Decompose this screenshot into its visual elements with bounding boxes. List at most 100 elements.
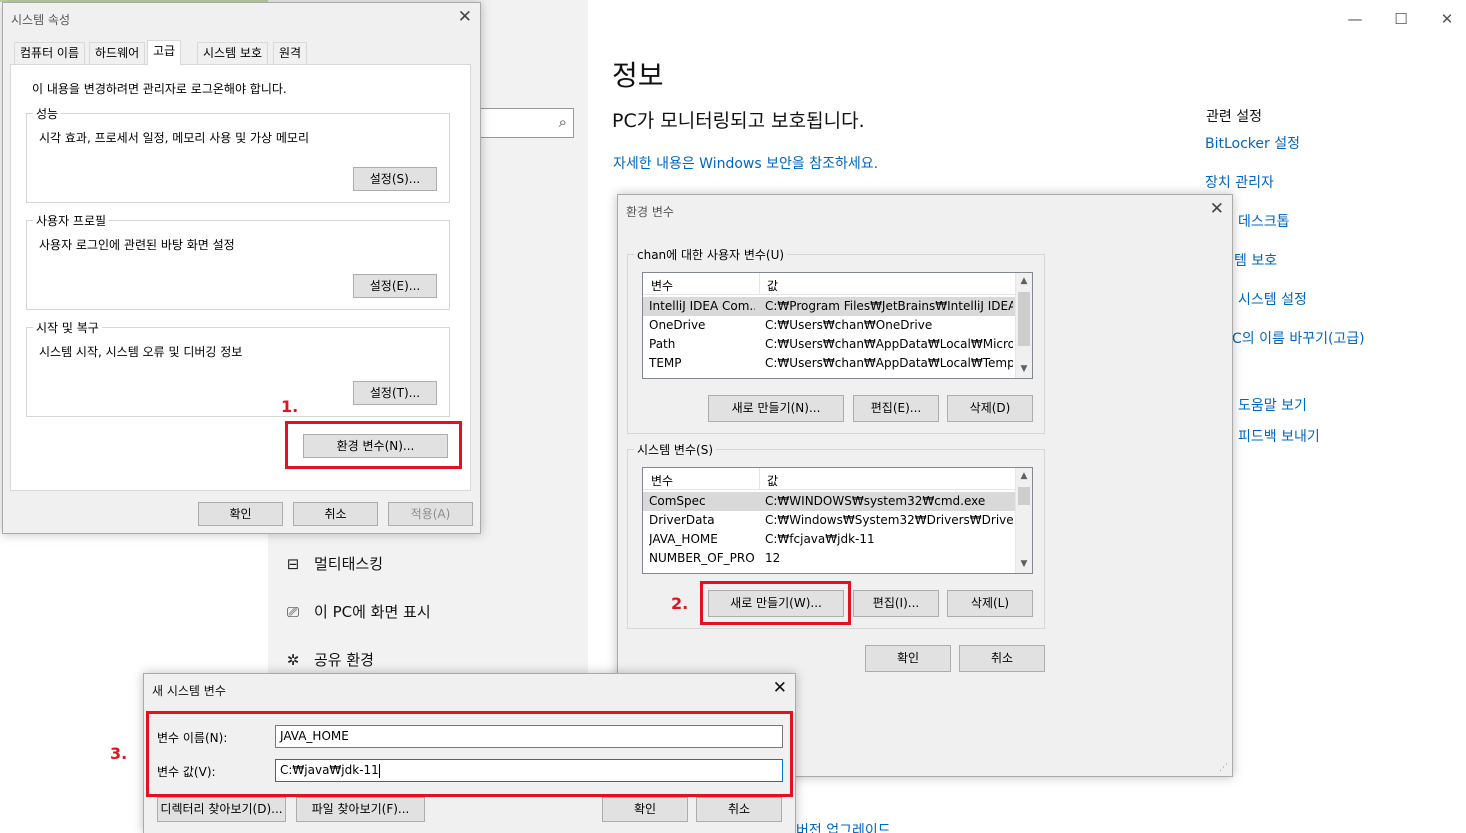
row-value: C:₩Users₩chan₩AppData₩Local₩Temp [765, 356, 1013, 370]
annotation-step-2: 2. [671, 594, 689, 613]
table-row[interactable]: Path C:₩Users₩chan₩AppData₩Local₩Microso… [643, 335, 1015, 354]
new-var-cancel-button[interactable]: 취소 [696, 797, 782, 822]
user-edit-button[interactable]: 편집(E)... [853, 395, 939, 422]
browse-directory-button[interactable]: 디렉터리 찾아보기(D)... [157, 797, 286, 822]
windows-security-link[interactable]: 자세한 내용은 Windows 보안을 참조하세요. [613, 153, 878, 173]
related-link-remote-desktop[interactable]: 데스크톱 [1238, 211, 1290, 231]
row-name: Path [649, 337, 676, 351]
close-icon[interactable]: ✕ [1210, 199, 1224, 219]
scroll-down-icon[interactable]: ▼ [1016, 556, 1032, 573]
table-row[interactable]: JAVA_HOME C:₩fcjava₩jdk-11 [643, 530, 1015, 549]
admin-note: 이 내용을 변경하려면 관리자로 로그온해야 합니다. [32, 82, 287, 96]
column-header-variable[interactable]: 변수 [651, 472, 673, 489]
list-header: 변수 값 [643, 468, 1032, 490]
scroll-up-icon[interactable]: ▲ [1016, 468, 1032, 485]
related-link-bitlocker[interactable]: BitLocker 설정 [1205, 133, 1300, 153]
related-link-feedback[interactable]: 피드백 보내기 [1238, 426, 1320, 446]
env-ok-button[interactable]: 확인 [865, 645, 951, 672]
annotation-box-1 [285, 421, 462, 469]
minimize-button[interactable]: — [1332, 8, 1378, 30]
related-link-system-protection[interactable]: 템 보호 [1234, 250, 1277, 270]
annotation-box-2 [700, 581, 851, 625]
row-name: NUMBER_OF_PRO... [649, 551, 755, 565]
startup-recovery-settings-button[interactable]: 설정(T)... [353, 381, 437, 405]
annotation-box-3 [146, 711, 793, 797]
nav-item-multitasking[interactable]: ⊟ 멀티태스킹 [284, 553, 383, 574]
settings-search-input[interactable]: ⌕ [474, 108, 574, 138]
related-link-advanced-system[interactable]: 시스템 설정 [1238, 289, 1307, 309]
user-delete-button[interactable]: 삭제(D) [947, 395, 1033, 422]
tab-remote[interactable]: 원격 [273, 42, 308, 64]
group-label: 사용자 프로필 [33, 212, 110, 229]
column-divider [759, 273, 760, 295]
scroll-thumb[interactable] [1018, 487, 1030, 505]
column-header-variable[interactable]: 변수 [651, 277, 673, 294]
tab-system-protection[interactable]: 시스템 보호 [197, 42, 269, 64]
table-row[interactable]: IntelliJ IDEA Com... C:₩Program Files₩Je… [643, 297, 1015, 316]
column-header-value[interactable]: 값 [767, 277, 778, 294]
related-link-rename-pc[interactable]: C의 이름 바꾸기(고급) [1232, 328, 1365, 348]
nav-item-label: 이 PC에 화면 표시 [314, 603, 431, 621]
row-value: 12 [765, 551, 781, 565]
tab-computer-name[interactable]: 컴퓨터 이름 [14, 42, 86, 64]
system-variables-list[interactable]: 변수 값 ComSpec C:₩WINDOWS₩system32₩cmd.exe… [642, 467, 1033, 574]
table-row[interactable]: NUMBER_OF_PRO... 12 [643, 549, 1015, 568]
tab-advanced[interactable]: 고급 [147, 40, 182, 65]
security-status-text: PC가 모니터링되고 보호됩니다. [612, 110, 865, 132]
row-name: ComSpec [649, 494, 706, 508]
dialog-title: 시스템 속성 [11, 13, 71, 27]
vertical-scrollbar[interactable]: ▲ ▼ [1015, 468, 1032, 573]
close-icon[interactable]: ✕ [458, 7, 472, 27]
new-var-ok-button[interactable]: 확인 [602, 797, 688, 822]
user-variables-list[interactable]: 변수 값 IntelliJ IDEA Com... C:₩Program Fil… [642, 272, 1033, 379]
related-link-help[interactable]: 도움말 보기 [1238, 395, 1307, 415]
row-name: IntelliJ IDEA Com... [649, 299, 755, 313]
nav-item-label: 멀티태스킹 [314, 555, 384, 573]
tab-hardware[interactable]: 하드웨어 [89, 42, 146, 64]
table-row[interactable]: DriverData C:₩Windows₩System32₩Drivers₩D… [643, 511, 1015, 530]
related-settings-title: 관련 설정 [1206, 109, 1262, 125]
browse-file-button[interactable]: 파일 찾아보기(F)... [296, 797, 425, 822]
row-name: JAVA_HOME [649, 532, 718, 546]
close-icon[interactable]: ✕ [773, 678, 787, 698]
row-value: C:₩Program Files₩JetBrains₩IntelliJ IDEA… [765, 299, 1013, 313]
performance-settings-button[interactable]: 설정(S)... [353, 167, 437, 191]
scroll-up-icon[interactable]: ▲ [1016, 273, 1032, 290]
scroll-thumb[interactable] [1018, 292, 1030, 346]
table-row[interactable]: ComSpec C:₩WINDOWS₩system32₩cmd.exe [643, 492, 1015, 511]
upgrade-link[interactable]: 버전 업그레이드 [796, 820, 891, 833]
scroll-down-icon[interactable]: ▼ [1016, 361, 1032, 378]
system-edit-button[interactable]: 편집(I)... [853, 590, 939, 617]
cancel-button[interactable]: 취소 [293, 502, 378, 526]
shared-experiences-icon: ✲ [286, 650, 300, 669]
table-row[interactable]: TEMP C:₩Users₩chan₩AppData₩Local₩Temp [643, 354, 1015, 373]
annotation-step-1: 1. [281, 397, 299, 416]
group-label: chan에 대한 사용자 변수(U) [634, 246, 788, 263]
startup-recovery-desc: 시스템 시작, 시스템 오류 및 디버깅 정보 [39, 345, 243, 359]
resize-grip-icon[interactable]: ⋰ [1219, 763, 1228, 773]
nav-item-project[interactable]: ⎚ 이 PC에 화면 표시 [284, 601, 431, 622]
user-new-button[interactable]: 새로 만들기(N)... [708, 395, 844, 422]
column-header-value[interactable]: 값 [767, 472, 778, 489]
nav-item-shared[interactable]: ✲ 공유 환경 [284, 649, 374, 670]
annotation-step-3: 3. [110, 744, 128, 763]
env-cancel-button[interactable]: 취소 [959, 645, 1045, 672]
row-name: OneDrive [649, 318, 706, 332]
ok-button[interactable]: 확인 [198, 502, 283, 526]
dialog-title: 새 시스템 변수 [152, 684, 226, 698]
system-delete-button[interactable]: 삭제(L) [947, 590, 1033, 617]
related-link-device-manager[interactable]: 장치 관리자 [1205, 172, 1274, 192]
row-value: C:₩Users₩chan₩AppData₩Local₩Microsof... [765, 337, 1013, 351]
group-label: 시작 및 복구 [33, 319, 102, 336]
column-divider [759, 468, 760, 490]
user-profiles-settings-button[interactable]: 설정(E)... [353, 274, 437, 298]
search-icon: ⌕ [558, 113, 567, 131]
user-profiles-desc: 사용자 로그인에 관련된 바탕 화면 설정 [39, 238, 235, 252]
table-row[interactable]: OneDrive C:₩Users₩chan₩OneDrive [643, 316, 1015, 335]
row-value: C:₩fcjava₩jdk-11 [765, 532, 875, 546]
maximize-button[interactable]: ☐ [1378, 8, 1424, 30]
vertical-scrollbar[interactable]: ▲ ▼ [1015, 273, 1032, 378]
group-label: 시스템 변수(S) [634, 441, 716, 458]
apply-button[interactable]: 적용(A) [388, 502, 473, 526]
close-window-button[interactable]: ✕ [1424, 8, 1466, 30]
